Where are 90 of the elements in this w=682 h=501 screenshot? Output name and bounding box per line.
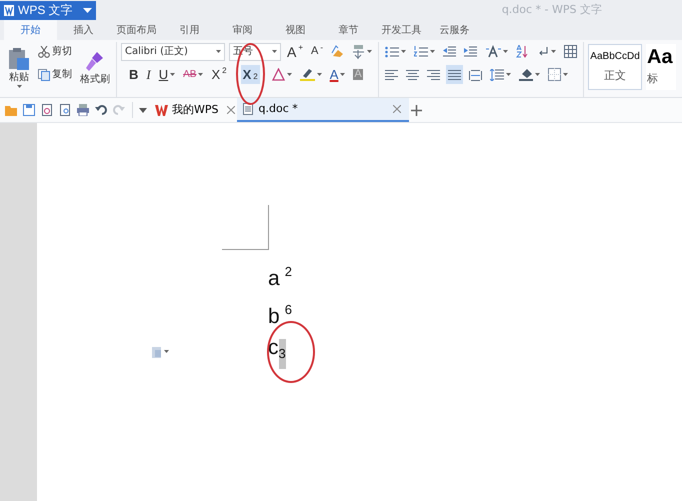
margin-corner-mark [222, 205, 269, 250]
highlighter-icon [300, 68, 315, 81]
paint-bucket-icon [519, 68, 534, 81]
caret-icon [340, 72, 346, 76]
copy-icon [38, 68, 50, 80]
increase-indent-icon [464, 46, 478, 58]
export-icon [41, 104, 53, 116]
bullet-list-icon [385, 46, 400, 58]
line-spacing-icon [490, 68, 504, 80]
align-justify-icon [448, 68, 462, 80]
clipboard-icon [152, 346, 162, 358]
caret-icon [401, 50, 406, 54]
font-name-field[interactable]: Calibri (正文) [121, 42, 225, 60]
folder-icon [5, 104, 17, 116]
ribbon-tab[interactable]: 视图 [269, 20, 322, 40]
caret-icon [83, 8, 92, 12]
decrease-indent-icon [443, 46, 456, 58]
save-icon [23, 104, 35, 116]
caret-icon [272, 50, 277, 54]
border-button[interactable] [546, 65, 570, 84]
font-grow-button[interactable]: A$^{+}$ [285, 42, 306, 61]
eraser-icon [331, 45, 344, 58]
caret-icon [535, 72, 540, 76]
ribbon-tab[interactable]: 插入 [57, 20, 110, 40]
document-line: b 6 [268, 301, 293, 329]
printer-icon [77, 104, 89, 116]
caret-icon [367, 50, 372, 54]
caret-icon [139, 108, 147, 112]
ribbon-tab[interactable]: 引用 [163, 20, 216, 40]
caret-icon [216, 50, 221, 54]
close-icon [226, 106, 234, 114]
document-tab[interactable]: q.doc * [236, 98, 408, 122]
style-gallery-item[interactable]: Aa 标 [646, 44, 676, 90]
document-tab[interactable]: 我的WPS [149, 98, 224, 122]
preview-icon [59, 104, 71, 116]
style-gallery-item[interactable]: AaBbCcDd 正文 [588, 44, 642, 90]
strikethrough-button[interactable]: AB [181, 65, 206, 84]
caret-icon [198, 72, 204, 76]
brush-icon [85, 51, 105, 73]
align-left-icon [385, 68, 398, 80]
sort-icon [516, 45, 530, 58]
caret-icon [430, 50, 436, 54]
caret-icon [563, 72, 568, 76]
border-icon [548, 68, 562, 81]
caret-icon [316, 72, 322, 76]
ribbon-tab[interactable]: 审阅 [216, 20, 269, 40]
ribbon-tab[interactable]: 开始 [4, 20, 57, 40]
align-justify-button[interactable] [446, 65, 464, 84]
align-distributed-icon [469, 68, 482, 80]
clipboard-icon [8, 47, 30, 71]
undo-icon [95, 104, 107, 116]
text-effect-icon [272, 68, 285, 81]
italic-button[interactable]: I [144, 65, 153, 84]
window-title: q.doc * - WPS 文字 [502, 2, 602, 18]
text-direction-icon [485, 45, 502, 58]
caret-icon [286, 72, 292, 76]
caret-icon [16, 85, 22, 89]
phonetic-icon [352, 44, 366, 58]
copy-button[interactable]: 复制 [36, 65, 74, 84]
w-logo-icon [155, 104, 168, 116]
bold-button[interactable]: B [127, 65, 140, 84]
superscript-button[interactable]: X$^{2}$ [209, 65, 229, 84]
paragraph-mark-icon [537, 46, 550, 58]
scissors-icon [38, 46, 50, 58]
ribbon-tab[interactable]: 云服务 [428, 20, 481, 40]
caret-icon [503, 50, 508, 54]
ribbon-tab[interactable]: 页面布局 [110, 20, 163, 40]
caret-icon [170, 72, 176, 76]
document-line: a 2 [268, 263, 293, 291]
table-icon [564, 45, 578, 58]
ribbon-tab[interactable]: 开发工具 [375, 20, 428, 40]
caret-icon [551, 50, 556, 54]
app-menu-button[interactable]: WPS 文字 [0, 0, 96, 20]
paste-button[interactable]: 粘贴 [6, 42, 32, 94]
redo-icon [113, 104, 125, 116]
font-color-button[interactable]: A [328, 65, 348, 84]
align-right-icon [427, 68, 440, 80]
phonetic-button[interactable] [350, 42, 374, 61]
close-icon [392, 105, 400, 113]
cut-button[interactable]: 剪切 [36, 42, 74, 61]
plus-icon [410, 104, 422, 116]
ribbon-tab[interactable]: 章节 [322, 20, 375, 40]
format-painter-button[interactable]: 格式刷 [78, 42, 112, 94]
underline-button[interactable]: U [156, 65, 178, 84]
caret-icon [164, 350, 169, 354]
font-shrink-button[interactable]: A $^{-}$ [309, 42, 326, 61]
numbered-list-icon [414, 46, 428, 58]
table-button[interactable] [562, 42, 580, 61]
caret-icon [506, 72, 512, 76]
align-center-icon [406, 68, 420, 80]
